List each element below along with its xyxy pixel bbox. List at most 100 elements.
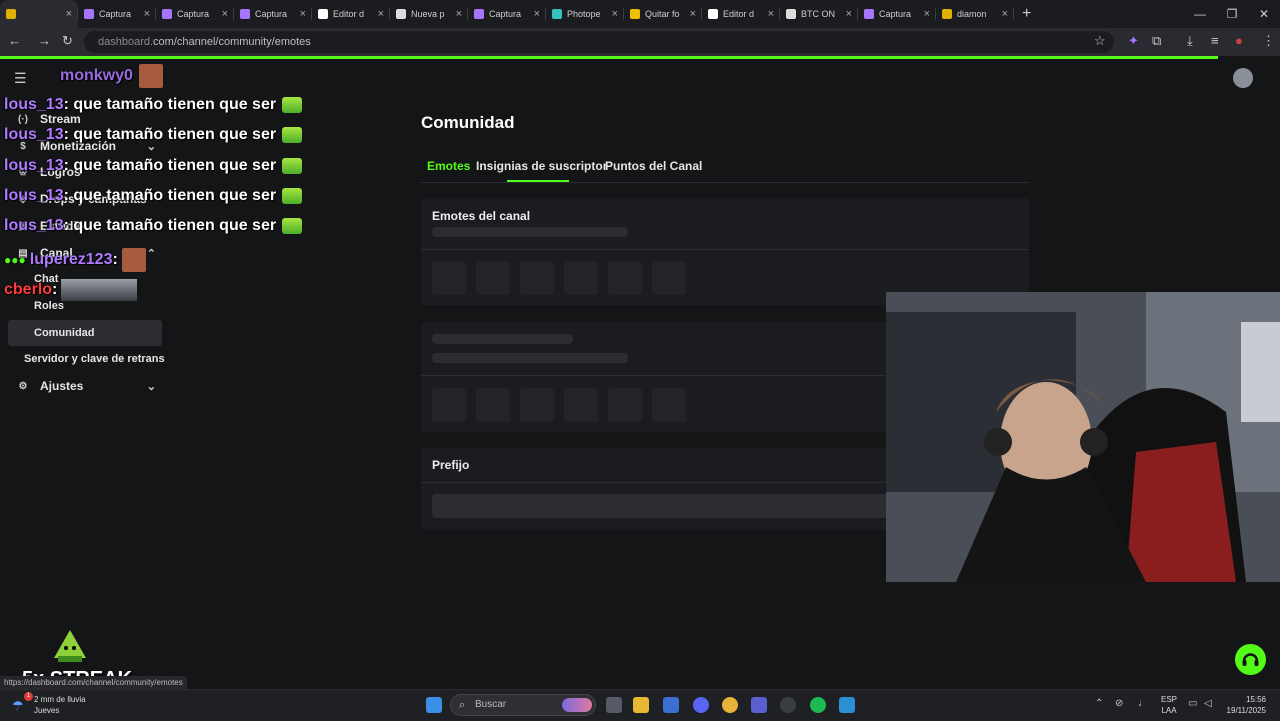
browser-tab[interactable]: Editor d × <box>702 0 780 28</box>
skeleton-line <box>432 334 573 344</box>
download-icon[interactable]: ⤓ <box>1187 33 1193 49</box>
discord-icon[interactable] <box>693 697 709 713</box>
bookmark-star-icon[interactable]: ☆ <box>1094 33 1106 49</box>
browser-tab[interactable]: × <box>0 0 78 28</box>
lang-bottom: LAA <box>1161 706 1177 715</box>
sidebar-item-comunidad[interactable]: Comunidad <box>8 320 162 346</box>
profile-icon[interactable]: ● <box>1235 33 1243 48</box>
notification-badge: 1 <box>24 692 33 701</box>
chat-line: lous_13: que tamaño tienen que ser <box>4 126 303 144</box>
extension-icon[interactable]: ✦ <box>1128 33 1139 49</box>
tab-close-icon[interactable]: × <box>690 8 696 20</box>
url-field[interactable]: dashboard.com/channel/community/emotes <box>84 31 1114 53</box>
reload-icon[interactable]: ↻ <box>62 33 73 49</box>
emote-slot[interactable] <box>476 388 510 422</box>
emote-slot[interactable] <box>652 261 686 295</box>
back-icon[interactable]: ← <box>8 33 21 48</box>
chrome-icon[interactable] <box>722 697 738 713</box>
tab-label: Captura <box>489 9 522 19</box>
clock[interactable]: 15:56 19/11/2025 <box>1227 694 1266 716</box>
network-off-icon[interactable]: ⊘ <box>1115 698 1123 709</box>
emote-slot[interactable] <box>476 261 510 295</box>
windows-start-icon[interactable] <box>426 697 442 713</box>
tab-favicon-icon <box>318 9 328 19</box>
chat-username: lous_13 <box>4 96 64 113</box>
forward-icon[interactable]: → <box>38 33 51 48</box>
tab-close-icon[interactable]: × <box>1002 8 1008 20</box>
tab-favicon-icon <box>84 9 94 19</box>
store-icon[interactable] <box>663 697 679 713</box>
spotify-icon[interactable] <box>810 697 826 713</box>
skeleton-line <box>432 353 628 363</box>
browser-tab[interactable]: Photope × <box>546 0 624 28</box>
sidebar-item-servidor[interactable]: Servidor y clave de retrans <box>8 346 178 372</box>
browser-tab[interactable]: Nueva p × <box>390 0 468 28</box>
tab-close-icon[interactable]: × <box>846 8 852 20</box>
tab-close-icon[interactable]: × <box>66 8 72 20</box>
browser-tab[interactable]: diamon × <box>936 0 1014 28</box>
taskbar-search[interactable]: ⌕ Buscar <box>450 694 596 716</box>
emote-slot[interactable] <box>432 388 466 422</box>
sidebar-item-label: Roles <box>34 300 64 312</box>
page-title: Comunidad <box>421 113 515 132</box>
emote-slot[interactable] <box>520 388 554 422</box>
emote-slot[interactable] <box>564 261 598 295</box>
browser-tab[interactable]: Quitar fo × <box>624 0 702 28</box>
maximize-button[interactable]: ❐ <box>1216 0 1248 28</box>
tab-close-icon[interactable]: × <box>378 8 384 20</box>
tab-close-icon[interactable]: × <box>534 8 540 20</box>
browser-tab[interactable]: Captura × <box>858 0 936 28</box>
tab-insignias[interactable]: Insignias de suscriptor <box>476 159 607 173</box>
tab-label: Captura <box>255 9 288 19</box>
browser-tab[interactable]: Captura × <box>234 0 312 28</box>
tab-emotes[interactable]: Emotes <box>427 159 470 173</box>
teams-icon[interactable] <box>751 697 767 713</box>
hamburger-menu-icon[interactable]: ☰ <box>14 70 27 87</box>
tab-search-icon[interactable]: ≡ <box>1211 33 1219 48</box>
browser-tab[interactable]: Captura × <box>468 0 546 28</box>
file-explorer-icon[interactable] <box>633 697 649 713</box>
browser-tab[interactable]: Captura × <box>156 0 234 28</box>
support-chat-button[interactable] <box>1235 644 1266 675</box>
browser-tab[interactable]: Editor d × <box>312 0 390 28</box>
emote-slot[interactable] <box>564 388 598 422</box>
browser-tab[interactable]: Captura × <box>78 0 156 28</box>
tray-chevron-up-icon[interactable]: ⌃ <box>1095 698 1103 709</box>
weather-widget[interactable]: 2 mm de lluvia Jueves <box>34 694 86 716</box>
emote-slot[interactable] <box>608 388 642 422</box>
puzzle-icon[interactable]: ⧉ <box>1152 33 1161 49</box>
emote-slot[interactable] <box>652 388 686 422</box>
tab-close-icon[interactable]: × <box>924 8 930 20</box>
clock-date: 19/11/2025 <box>1226 706 1266 715</box>
avatar[interactable] <box>1233 68 1253 88</box>
obs-icon[interactable] <box>780 697 796 713</box>
emote-slot[interactable] <box>520 261 554 295</box>
streak-emote-icon <box>50 628 90 664</box>
browser-tab[interactable]: BTC ON × <box>780 0 858 28</box>
chat-line-top: monkwy0 <box>60 64 163 88</box>
volume-icon[interactable]: ◁ <box>1204 698 1212 709</box>
chat-message: : <box>52 281 58 299</box>
tab-close-icon[interactable]: × <box>768 8 774 20</box>
tab-close-icon[interactable]: × <box>300 8 306 20</box>
task-view-icon[interactable] <box>606 697 622 713</box>
minimize-button[interactable]: — <box>1184 0 1216 28</box>
window-controls: — ❐ ✕ <box>1184 0 1280 28</box>
app-icon[interactable] <box>839 697 855 713</box>
new-tab-button[interactable]: + <box>1022 5 1031 23</box>
tab-close-icon[interactable]: × <box>456 8 462 20</box>
weather-icon[interactable]: ☂ <box>12 698 24 714</box>
language-indicator[interactable]: ESP LAA <box>1161 694 1177 716</box>
close-window-button[interactable]: ✕ <box>1248 0 1280 28</box>
tab-puntos[interactable]: Puntos del Canal <box>605 159 702 173</box>
microphone-icon[interactable]: ♩ <box>1138 698 1148 709</box>
emote-slot[interactable] <box>608 261 642 295</box>
headset-icon <box>1242 653 1259 666</box>
sidebar-item-ajustes[interactable]: ⚙ Ajustes ⌄ <box>8 373 162 399</box>
display-icon[interactable]: ▭ <box>1188 698 1197 709</box>
tab-close-icon[interactable]: × <box>144 8 150 20</box>
tab-close-icon[interactable]: × <box>222 8 228 20</box>
tab-close-icon[interactable]: × <box>612 8 618 20</box>
menu-dots-icon[interactable]: ⋮ <box>1262 33 1275 49</box>
emote-slot[interactable] <box>432 261 466 295</box>
